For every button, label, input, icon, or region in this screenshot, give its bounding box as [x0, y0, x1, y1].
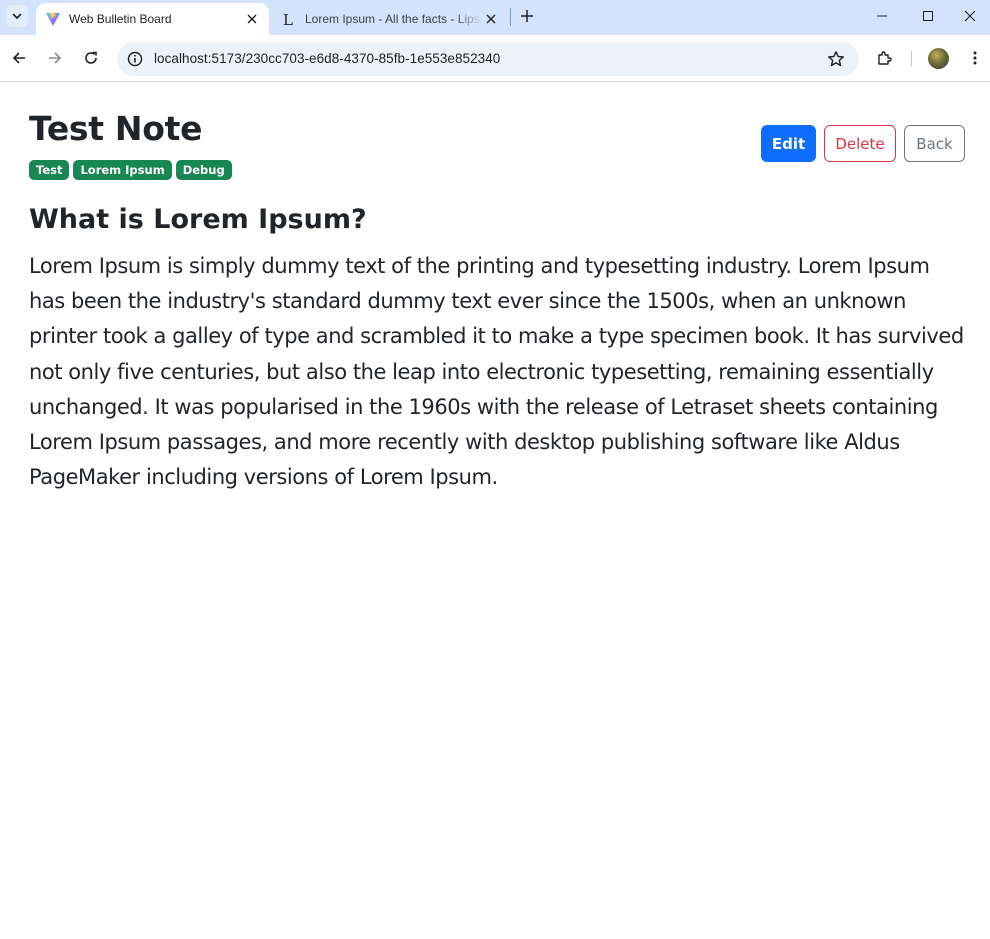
maximize-button[interactable]	[905, 0, 951, 32]
svg-text:L: L	[283, 11, 293, 27]
new-tab-button[interactable]	[517, 6, 537, 26]
plus-icon	[521, 10, 533, 22]
arrow-left-icon	[12, 52, 25, 64]
note-page: Test Note Test Lorem Ipsum Debug Edit De…	[0, 83, 990, 939]
delete-button[interactable]: Delete	[824, 125, 896, 162]
edit-button[interactable]: Edit	[761, 125, 816, 162]
vite-logo-icon	[45, 11, 61, 27]
tab-title: Lorem Ipsum - All the facts - Lipsum gen…	[305, 12, 482, 26]
back-button[interactable]: Back	[904, 125, 965, 162]
tab-title: Web Bulletin Board	[69, 12, 172, 26]
tab-search-button[interactable]	[6, 5, 28, 27]
close-window-button[interactable]	[950, 0, 990, 32]
lipsum-l-icon: L	[281, 11, 297, 27]
note-heading: What is Lorem Ipsum?	[29, 204, 367, 235]
close-tab-icon[interactable]	[243, 10, 261, 28]
browser-menu-button[interactable]	[963, 46, 987, 70]
site-info-icon[interactable]	[125, 49, 145, 69]
tab-strip: Web Bulletin Board L Lorem Ipsum - All t…	[0, 0, 990, 35]
note-title: Test Note	[29, 109, 203, 148]
minimize-button[interactable]	[859, 0, 905, 32]
more-vertical-icon	[973, 51, 977, 65]
maximize-icon	[923, 11, 933, 21]
back-nav-button[interactable]	[7, 46, 31, 70]
extensions-button[interactable]	[873, 46, 897, 70]
close-icon	[964, 10, 976, 22]
reload-button[interactable]	[79, 46, 103, 70]
tab-web-bulletin-board[interactable]: Web Bulletin Board	[36, 3, 269, 35]
note-body: Lorem Ipsum is simply dummy text of the …	[29, 254, 964, 490]
tab-lorem-ipsum[interactable]: L Lorem Ipsum - All the facts - Lipsum g…	[272, 3, 508, 35]
tag-badge: Lorem Ipsum	[73, 160, 172, 180]
minimize-icon	[877, 15, 887, 17]
toolbar-divider	[911, 51, 912, 67]
forward-nav-button[interactable]	[43, 46, 67, 70]
reload-icon	[85, 51, 97, 64]
tag-badge: Test	[29, 160, 70, 180]
tag-badge: Debug	[175, 160, 232, 180]
profile-avatar[interactable]	[928, 48, 949, 69]
tag-list: Test Lorem Ipsum Debug	[29, 160, 232, 180]
browser-toolbar: localhost:5173/230cc703-e6d8-4370-85fb-1…	[0, 35, 990, 82]
address-bar[interactable]: localhost:5173/230cc703-e6d8-4370-85fb-1…	[117, 42, 859, 76]
arrow-right-icon	[49, 52, 62, 64]
chevron-down-icon	[12, 13, 22, 19]
close-tab-icon[interactable]	[482, 10, 500, 28]
bookmark-star-icon[interactable]	[827, 50, 845, 68]
puzzle-piece-icon	[878, 51, 892, 65]
url-text[interactable]: localhost:5173/230cc703-e6d8-4370-85fb-1…	[154, 51, 500, 66]
tab-divider	[510, 8, 511, 26]
